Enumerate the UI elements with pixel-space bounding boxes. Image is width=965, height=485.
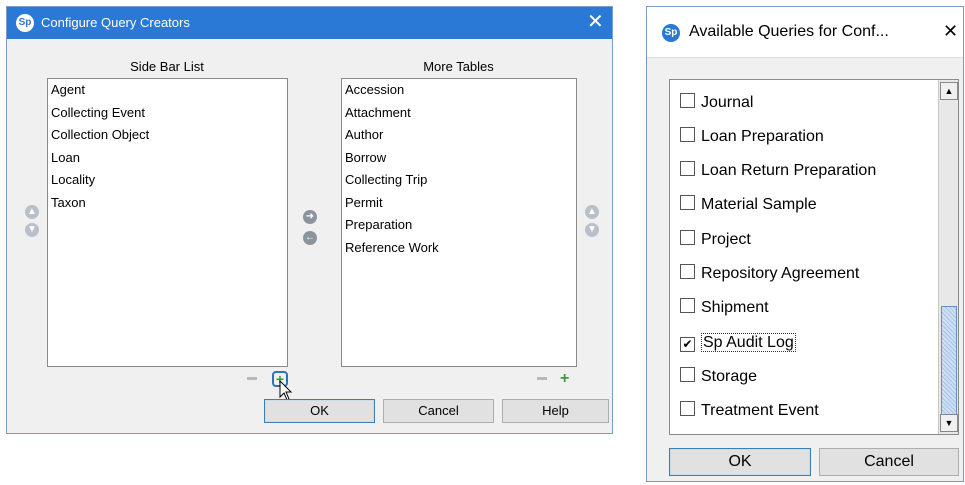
cancel-button[interactable]: Cancel	[383, 399, 494, 423]
checklist-item-label: Loan Preparation	[701, 128, 824, 145]
list-item[interactable]: Collection Object	[48, 124, 287, 147]
checkbox-checked[interactable]: ✔	[680, 337, 695, 352]
checkbox[interactable]	[680, 367, 695, 382]
checkbox[interactable]	[680, 264, 695, 279]
move-up-icon[interactable]: ▲	[25, 205, 39, 219]
more-tables-header: More Tables	[423, 59, 494, 74]
close-icon[interactable]: ✕	[943, 19, 958, 43]
ok-button[interactable]: OK	[669, 448, 811, 476]
list-item[interactable]: Accession	[342, 79, 576, 102]
more-tables-list[interactable]: Accession Attachment Author Borrow Colle…	[341, 78, 577, 367]
move-right-icon[interactable]: ➜	[303, 210, 317, 224]
remove-icon[interactable]	[537, 377, 547, 380]
list-item[interactable]: Attachment	[342, 102, 576, 125]
move-up-icon[interactable]: ▲	[585, 205, 599, 219]
checklist-item-label: Journal	[701, 94, 754, 111]
checklist-item[interactable]: Repository Agreement	[680, 263, 859, 285]
sidebar-list[interactable]: Agent Collecting Event Collection Object…	[47, 78, 288, 367]
available-queries-dialog: Sp Available Queries for Conf... ✕ Journ…	[646, 6, 964, 482]
scroll-thumb[interactable]	[941, 306, 957, 416]
list-item[interactable]: Agent	[48, 79, 287, 102]
cancel-button[interactable]: Cancel	[819, 448, 959, 476]
checkbox[interactable]	[680, 93, 695, 108]
checklist-item[interactable]: Loan Preparation	[680, 126, 824, 148]
specify-app-icon: Sp	[662, 24, 680, 42]
checkbox[interactable]	[680, 401, 695, 416]
checklist-item-label: Loan Return Preparation	[701, 162, 877, 179]
move-down-icon[interactable]: ▼	[25, 223, 39, 237]
checklist-item-label: Shipment	[701, 299, 769, 316]
help-button[interactable]: Help	[502, 399, 609, 423]
checklist-item[interactable]: Material Sample	[680, 194, 817, 216]
checklist-item[interactable]: ✔ Sp Audit Log	[680, 332, 796, 354]
checklist-item-label: Repository Agreement	[701, 265, 860, 282]
move-left-icon[interactable]: ←	[303, 231, 317, 245]
checklist-item[interactable]: Project	[680, 229, 751, 251]
list-item[interactable]: Loan	[48, 147, 287, 170]
checkbox[interactable]	[680, 230, 695, 245]
dialog2-title: Available Queries for Conf...	[689, 23, 889, 40]
query-checklist[interactable]: Journal Loan Preparation Loan Return Pre…	[669, 79, 959, 435]
vertical-scrollbar[interactable]: ▲ ▼	[938, 80, 958, 434]
dialog1-title: Configure Query Creators	[41, 15, 190, 30]
checklist-item[interactable]: Journal	[680, 92, 753, 114]
checklist-item[interactable]: Shipment	[680, 297, 769, 319]
checklist-item-label: Project	[701, 231, 751, 248]
checklist-item-label: Sp Audit Log	[701, 333, 796, 352]
list-item[interactable]: Author	[342, 124, 576, 147]
list-item[interactable]: Collecting Event	[48, 102, 287, 125]
sidebar-list-header: Side Bar List	[130, 59, 204, 74]
dialog2-titlebar[interactable]: Sp Available Queries for Conf... ✕	[647, 7, 963, 58]
checklist-item-label: Treatment Event	[701, 402, 819, 419]
list-item[interactable]: Permit	[342, 192, 576, 215]
checklist-item-label: Material Sample	[701, 196, 817, 213]
move-down-icon[interactable]: ▼	[585, 223, 599, 237]
remove-icon[interactable]	[247, 377, 257, 380]
add-icon[interactable]: +	[560, 371, 569, 387]
checklist-item[interactable]: Storage	[680, 366, 757, 388]
checkbox[interactable]	[680, 195, 695, 210]
checklist-item-label: Storage	[701, 368, 758, 385]
list-item[interactable]: Taxon	[48, 192, 287, 215]
list-item[interactable]: Preparation	[342, 214, 576, 237]
list-item[interactable]: Locality	[48, 169, 287, 192]
dialog1-titlebar[interactable]: Sp Configure Query Creators ✕	[7, 7, 612, 39]
checkbox[interactable]	[680, 161, 695, 176]
close-icon[interactable]: ✕	[587, 10, 604, 34]
checkbox[interactable]	[680, 298, 695, 313]
checklist-item[interactable]: Treatment Event	[680, 400, 819, 422]
ok-button[interactable]: OK	[264, 399, 375, 423]
specify-app-icon: Sp	[16, 14, 34, 32]
list-item[interactable]: Borrow	[342, 147, 576, 170]
scroll-up-icon[interactable]: ▲	[940, 82, 958, 100]
configure-query-creators-dialog: Sp Configure Query Creators ✕ Side Bar L…	[6, 6, 613, 434]
checklist-item[interactable]: Loan Return Preparation	[680, 160, 876, 182]
list-item[interactable]: Reference Work	[342, 237, 576, 260]
list-item[interactable]: Collecting Trip	[342, 169, 576, 192]
checkbox[interactable]	[680, 127, 695, 142]
scroll-down-icon[interactable]: ▼	[940, 414, 958, 432]
